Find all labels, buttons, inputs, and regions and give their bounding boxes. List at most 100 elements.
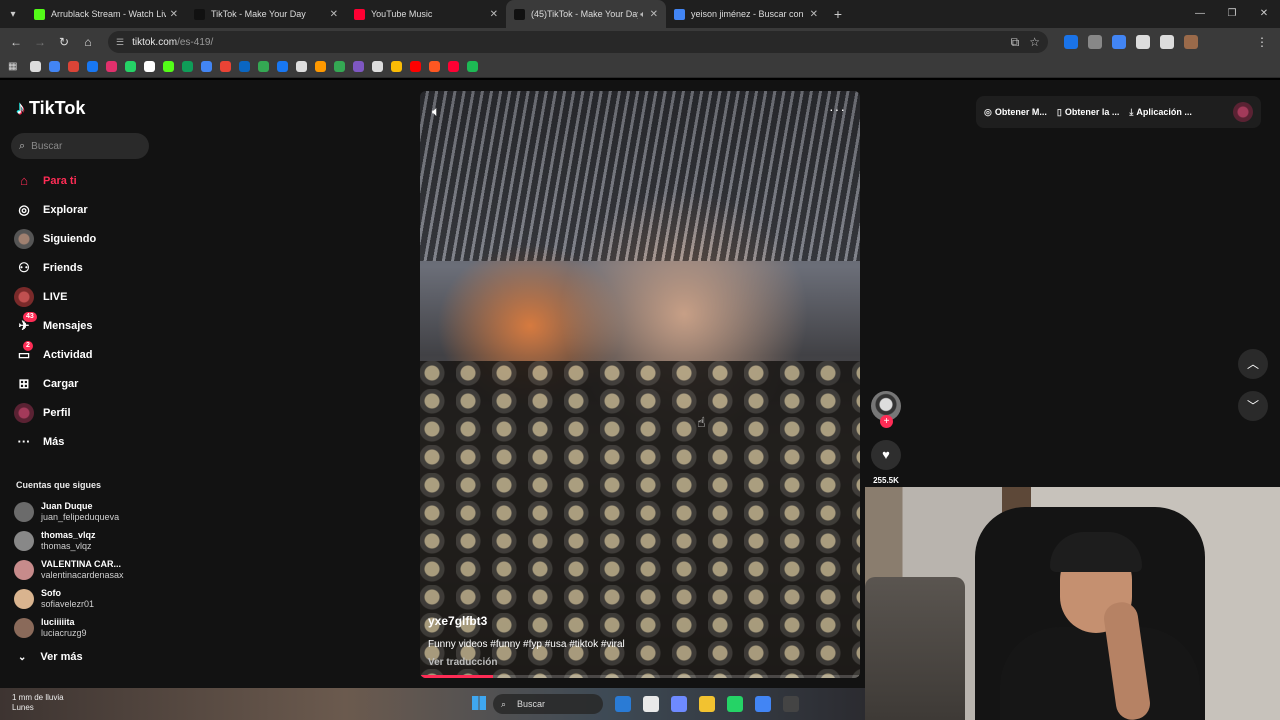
tab-search-menu-icon[interactable]: ▾ (0, 0, 26, 28)
tab-close-icon[interactable]: ✕ (810, 9, 818, 20)
volume-icon[interactable]: 🔈︎ (432, 103, 440, 120)
sidebar-item-mensajes[interactable]: ✈︎ 43 Mensajes (14, 311, 154, 340)
tiktok-logo[interactable]: ♪ TikTok (16, 98, 85, 119)
forward-icon[interactable]: → (28, 35, 52, 49)
sidebar-item-más[interactable]: ··· Más (14, 427, 154, 456)
new-tab-button[interactable]: + (826, 6, 850, 22)
bookmark-favicon-icon[interactable] (106, 61, 117, 72)
bookmark-favicon-icon[interactable] (315, 61, 326, 72)
minimize-icon[interactable]: — (1184, 0, 1216, 28)
bookmark-favicon-icon[interactable] (467, 61, 478, 72)
see-translation-link[interactable]: Ver traducción (428, 657, 497, 668)
address-bar[interactable]: ☰ tiktok.com/es-419/ ⧉ ☆ (108, 31, 1048, 53)
taskbar-app-icon[interactable] (671, 696, 687, 712)
taskbar-app-icon[interactable] (755, 696, 771, 712)
followed-account[interactable]: Juan Duque juan_felipeduqueva (14, 497, 154, 526)
cast-icon[interactable]: ⧉ (1011, 35, 1020, 50)
bookmark-favicon-icon[interactable] (239, 61, 250, 72)
video-progress-bar[interactable] (420, 675, 860, 678)
previous-video-chevron-up-icon[interactable]: ︿ (1238, 349, 1268, 379)
browser-tab[interactable]: yeison jiménez - Buscar con Go ✕ (666, 0, 826, 28)
browser-tab[interactable]: (45)TikTok - Make Your Day 🔈︎ ✕ (506, 0, 666, 28)
bookmark-favicon-icon[interactable] (182, 61, 193, 72)
sidebar-item-perfil[interactable]: Perfil (14, 398, 154, 427)
search-box[interactable]: ⌕ (11, 133, 149, 159)
taskbar-app-icon[interactable] (727, 696, 743, 712)
bookmark-favicon-icon[interactable] (163, 61, 174, 72)
sidebar-item-siguiendo[interactable]: Siguiendo (14, 224, 154, 253)
bookmark-favicon-icon[interactable] (334, 61, 345, 72)
video-username[interactable]: yxe7glfbt3 (428, 614, 487, 628)
profile-avatar[interactable] (1233, 102, 1253, 122)
taskbar-search[interactable]: ⌕ Buscar (493, 694, 603, 714)
back-icon[interactable]: ← (4, 35, 28, 49)
followed-account[interactable]: luciiiiita luciacruzg9 (14, 613, 154, 642)
browser-tab[interactable]: TikTok - Make Your Day ✕ (186, 0, 346, 28)
sidebar-item-cargar[interactable]: ⊞ Cargar (14, 369, 154, 398)
avatar (14, 617, 34, 638)
bookmark-favicon-icon[interactable] (448, 61, 459, 72)
tab-close-icon[interactable]: ✕ (490, 9, 498, 20)
sidebar-item-live[interactable]: LIVE (14, 282, 154, 311)
browser-tab[interactable]: Arrublack Stream - Watch Live ✕ (26, 0, 186, 28)
tab-audio-icon[interactable]: 🔈︎ (640, 9, 645, 20)
kebab-menu-icon[interactable]: ⋮ (1250, 35, 1274, 49)
sidebar-item-explorar[interactable]: ◎ Explorar (14, 195, 154, 224)
like-heart-icon[interactable]: ♥ (871, 440, 901, 470)
home-button-icon[interactable]: ⌂ (76, 35, 100, 49)
followed-account[interactable]: Sofo sofiavelezr01 (14, 584, 154, 613)
next-video-chevron-down-icon[interactable]: ﹀ (1238, 391, 1268, 421)
taskbar-app-icon[interactable] (643, 696, 659, 712)
followed-account[interactable]: thomas_vlqz thomas_vlqz (14, 526, 154, 555)
browser-tab[interactable]: YouTube Music ✕ (346, 0, 506, 28)
taskbar-app-icon[interactable] (615, 696, 631, 712)
bookmark-favicon-icon[interactable] (30, 61, 41, 72)
bookmark-favicon-icon[interactable] (410, 61, 421, 72)
video-more-icon[interactable]: ··· (829, 101, 846, 117)
bookmark-favicon-icon[interactable] (429, 61, 440, 72)
extension-icon[interactable] (1064, 35, 1078, 49)
bookmark-star-icon[interactable]: ☆ (1029, 35, 1040, 49)
search-input[interactable] (31, 140, 132, 152)
bookmark-favicon-icon[interactable] (144, 61, 155, 72)
extension-icon[interactable] (1136, 35, 1150, 49)
bookmark-favicon-icon[interactable] (220, 61, 231, 72)
site-info-icon[interactable]: ☰ (116, 37, 124, 48)
weather-widget[interactable]: 1 mm de lluvia Lunes (12, 693, 64, 713)
bookmark-favicon-icon[interactable] (68, 61, 79, 72)
sidebar-item-actividad[interactable]: ▭ 2 Actividad (14, 340, 154, 369)
top-action-button[interactable]: ▯ Obtener la ... (1057, 107, 1119, 118)
bookmark-favicon-icon[interactable] (391, 61, 402, 72)
close-window-icon[interactable]: ✕ (1248, 0, 1280, 28)
restore-icon[interactable]: ❐ (1216, 0, 1248, 28)
bookmark-favicon-icon[interactable] (258, 61, 269, 72)
extension-icon[interactable] (1088, 35, 1102, 49)
bookmark-favicon-icon[interactable] (296, 61, 307, 72)
bookmark-favicon-icon[interactable] (353, 61, 364, 72)
taskbar-app-icon[interactable] (783, 696, 799, 712)
bookmark-favicon-icon[interactable] (49, 61, 60, 72)
bookmark-favicon-icon[interactable] (201, 61, 212, 72)
extension-icon[interactable] (1160, 35, 1174, 49)
video-player[interactable]: 🔈︎ ··· ☝︎ yxe7glfbt3 Funny videos #funny… (420, 91, 860, 678)
top-action-button[interactable]: ⤓ Aplicación ... (1129, 107, 1192, 118)
sidebar-item-para-ti[interactable]: ⌂ Para ti (14, 166, 154, 195)
top-action-button[interactable]: ◎ Obtener M... (984, 107, 1047, 118)
bookmark-favicon-icon[interactable] (372, 61, 383, 72)
bookmark-favicon-icon[interactable] (125, 61, 136, 72)
followed-account[interactable]: VALENTINA CAR... valentinacardenasax (14, 555, 154, 584)
sidebar-item-friends[interactable]: ⚇ Friends (14, 253, 154, 282)
bookmark-favicon-icon[interactable] (87, 61, 98, 72)
follow-plus-icon[interactable]: + (880, 415, 893, 428)
bookmark-favicon-icon[interactable] (277, 61, 288, 72)
see-more-button[interactable]: ⌄ Ver más (18, 651, 83, 663)
apps-grid-icon[interactable]: ▦ (8, 61, 22, 72)
reload-icon[interactable]: ↻ (52, 35, 76, 49)
taskbar-app-icon[interactable] (699, 696, 715, 712)
windows-start-icon[interactable] (472, 696, 486, 710)
tab-close-icon[interactable]: ✕ (330, 9, 338, 20)
tab-close-icon[interactable]: ✕ (170, 9, 178, 20)
extension-icon[interactable] (1112, 35, 1126, 49)
tab-close-icon[interactable]: ✕ (650, 9, 658, 20)
extension-icon[interactable] (1184, 35, 1198, 49)
